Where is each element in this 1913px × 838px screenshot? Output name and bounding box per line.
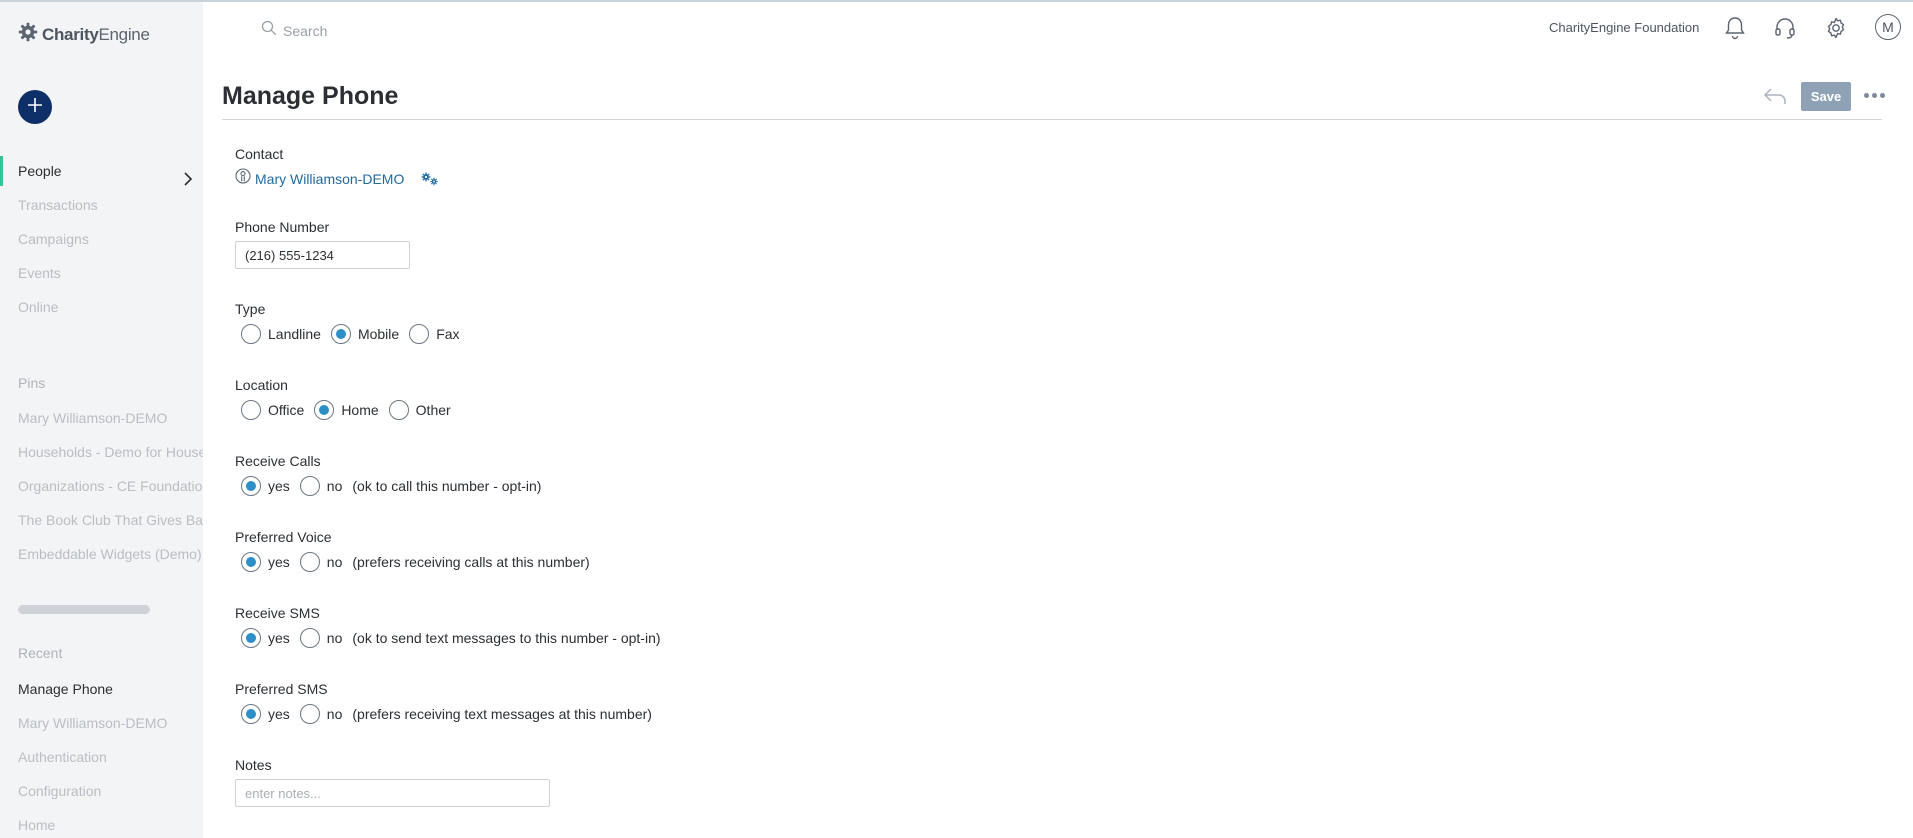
preferred-sms-label: Preferred SMS [235, 681, 328, 697]
recent-item[interactable]: Configuration [0, 774, 203, 808]
notes-field: Notes [235, 757, 1135, 807]
recent-item[interactable]: Authentication [0, 740, 203, 774]
preferred-voice-radio-yes[interactable] [241, 552, 261, 572]
receive-calls-field: Receive Calls yes no (ok to call this nu… [235, 453, 1135, 498]
bell-icon[interactable] [1721, 14, 1749, 42]
preferred-sms-note: (prefers receiving text messages at this… [352, 706, 652, 722]
contact-label: Contact [235, 146, 284, 162]
pin-item[interactable]: Mary Williamson-DEMO [0, 401, 203, 435]
nav-item-online[interactable]: Online [0, 290, 203, 324]
location-field: Location Office Home Other [235, 377, 1135, 422]
notes-label: Notes [235, 757, 272, 773]
preferred-sms-radio-no[interactable] [299, 704, 320, 724]
contact-name-link[interactable]: Mary Williamson-DEMO [255, 171, 404, 187]
main-nav: People Transactions Campaigns Events Onl… [0, 154, 203, 324]
location-radio-other[interactable] [388, 400, 409, 420]
receive-calls-radio-yes[interactable] [241, 476, 261, 496]
phone-number-input[interactable] [235, 241, 410, 269]
nav-item-campaigns[interactable]: Campaigns [0, 222, 203, 256]
sidebar: CharityEngine People Transactions Campai… [0, 0, 203, 838]
top-bar: CharityEngine Foundation M [203, 0, 1913, 56]
gears-icon[interactable] [420, 171, 440, 187]
preferred-sms-options: yes no (prefers receiving text messages … [235, 702, 1135, 726]
type-radio-landline[interactable] [241, 324, 261, 344]
header-divider [222, 119, 1882, 120]
pins-list: Mary Williamson-DEMO Households - Demo f… [0, 401, 203, 571]
recent-item[interactable]: Mary Williamson-DEMO [0, 706, 203, 740]
logo-text: CharityEngine [42, 24, 150, 44]
person-icon [235, 168, 251, 189]
preferred-sms-radio-yes[interactable] [241, 704, 261, 724]
gear-icon[interactable] [1822, 14, 1850, 42]
preferred-sms-field: Preferred SMS yes no (prefers receiving … [235, 681, 1135, 726]
nav-item-events[interactable]: Events [0, 256, 203, 290]
receive-sms-options: yes no (ok to send text messages to this… [235, 626, 1135, 650]
organization-name[interactable]: CharityEngine Foundation [1549, 20, 1699, 35]
receive-sms-radio-yes[interactable] [241, 628, 261, 648]
plus-icon [27, 97, 43, 118]
pin-item[interactable]: The Book Club That Gives Bac [0, 503, 203, 537]
preferred-voice-field: Preferred Voice yes no (prefers receivin… [235, 529, 1135, 574]
search-input[interactable] [283, 22, 483, 39]
pin-item[interactable]: Embeddable Widgets (Demo) [0, 537, 203, 571]
undo-arrow-icon[interactable] [1762, 84, 1788, 108]
recent-list: Manage Phone Mary Williamson-DEMO Authen… [0, 672, 203, 838]
recent-item[interactable]: Home [0, 808, 203, 838]
receive-calls-note: (ok to call this number - opt-in) [352, 478, 542, 494]
type-radio-fax[interactable] [409, 324, 430, 344]
type-options: Landline Mobile Fax [235, 322, 1135, 346]
location-radio-office[interactable] [241, 400, 261, 420]
location-label: Location [235, 377, 288, 393]
page-title: Manage Phone [222, 82, 399, 110]
notes-input[interactable] [235, 779, 550, 807]
receive-sms-note: (ok to send text messages to this number… [352, 630, 661, 646]
search-icon [261, 20, 277, 41]
headset-icon[interactable] [1771, 14, 1799, 42]
recent-item[interactable]: Manage Phone [0, 672, 203, 706]
type-label: Type [235, 301, 266, 317]
contact-row: Mary Williamson-DEMO [235, 168, 1135, 189]
nav-item-transactions[interactable]: Transactions [0, 188, 203, 222]
app-logo[interactable]: CharityEngine [18, 22, 150, 47]
pins-heading: Pins [18, 375, 46, 391]
receive-sms-radio-no[interactable] [299, 628, 320, 648]
preferred-voice-options: yes no (prefers receiving calls at this … [235, 550, 1135, 574]
gear-logo-icon [18, 22, 38, 47]
preferred-voice-note: (prefers receiving calls at this number) [352, 554, 590, 570]
type-field: Type Landline Mobile Fax [235, 301, 1135, 346]
add-new-button[interactable] [18, 90, 52, 124]
receive-sms-label: Receive SMS [235, 605, 320, 621]
nav-item-people[interactable]: People [0, 154, 203, 188]
receive-calls-label: Receive Calls [235, 453, 321, 469]
preferred-voice-radio-no[interactable] [299, 552, 320, 572]
receive-calls-options: yes no (ok to call this number - opt-in) [235, 474, 1135, 498]
receive-sms-field: Receive SMS yes no (ok to send text mess… [235, 605, 1135, 650]
user-avatar[interactable]: M [1875, 14, 1901, 40]
pin-item[interactable]: Households - Demo for House [0, 435, 203, 469]
receive-calls-radio-no[interactable] [299, 476, 320, 496]
save-button[interactable]: Save [1801, 82, 1851, 111]
type-radio-mobile[interactable] [330, 324, 351, 344]
location-radio-home[interactable] [314, 400, 335, 420]
more-dots-icon[interactable] [1861, 84, 1887, 106]
location-options: Office Home Other [235, 398, 1135, 422]
phone-number-label: Phone Number [235, 219, 330, 235]
pin-item[interactable]: Organizations - CE Foundation [0, 469, 203, 503]
preferred-voice-label: Preferred Voice [235, 529, 332, 545]
recent-heading: Recent [18, 645, 63, 661]
search-box [261, 20, 483, 41]
sidebar-scrollbar[interactable] [18, 605, 150, 614]
contact-field: Contact Mary Williamson-DEMO [235, 146, 1135, 189]
phone-number-field: Phone Number [235, 219, 1135, 269]
